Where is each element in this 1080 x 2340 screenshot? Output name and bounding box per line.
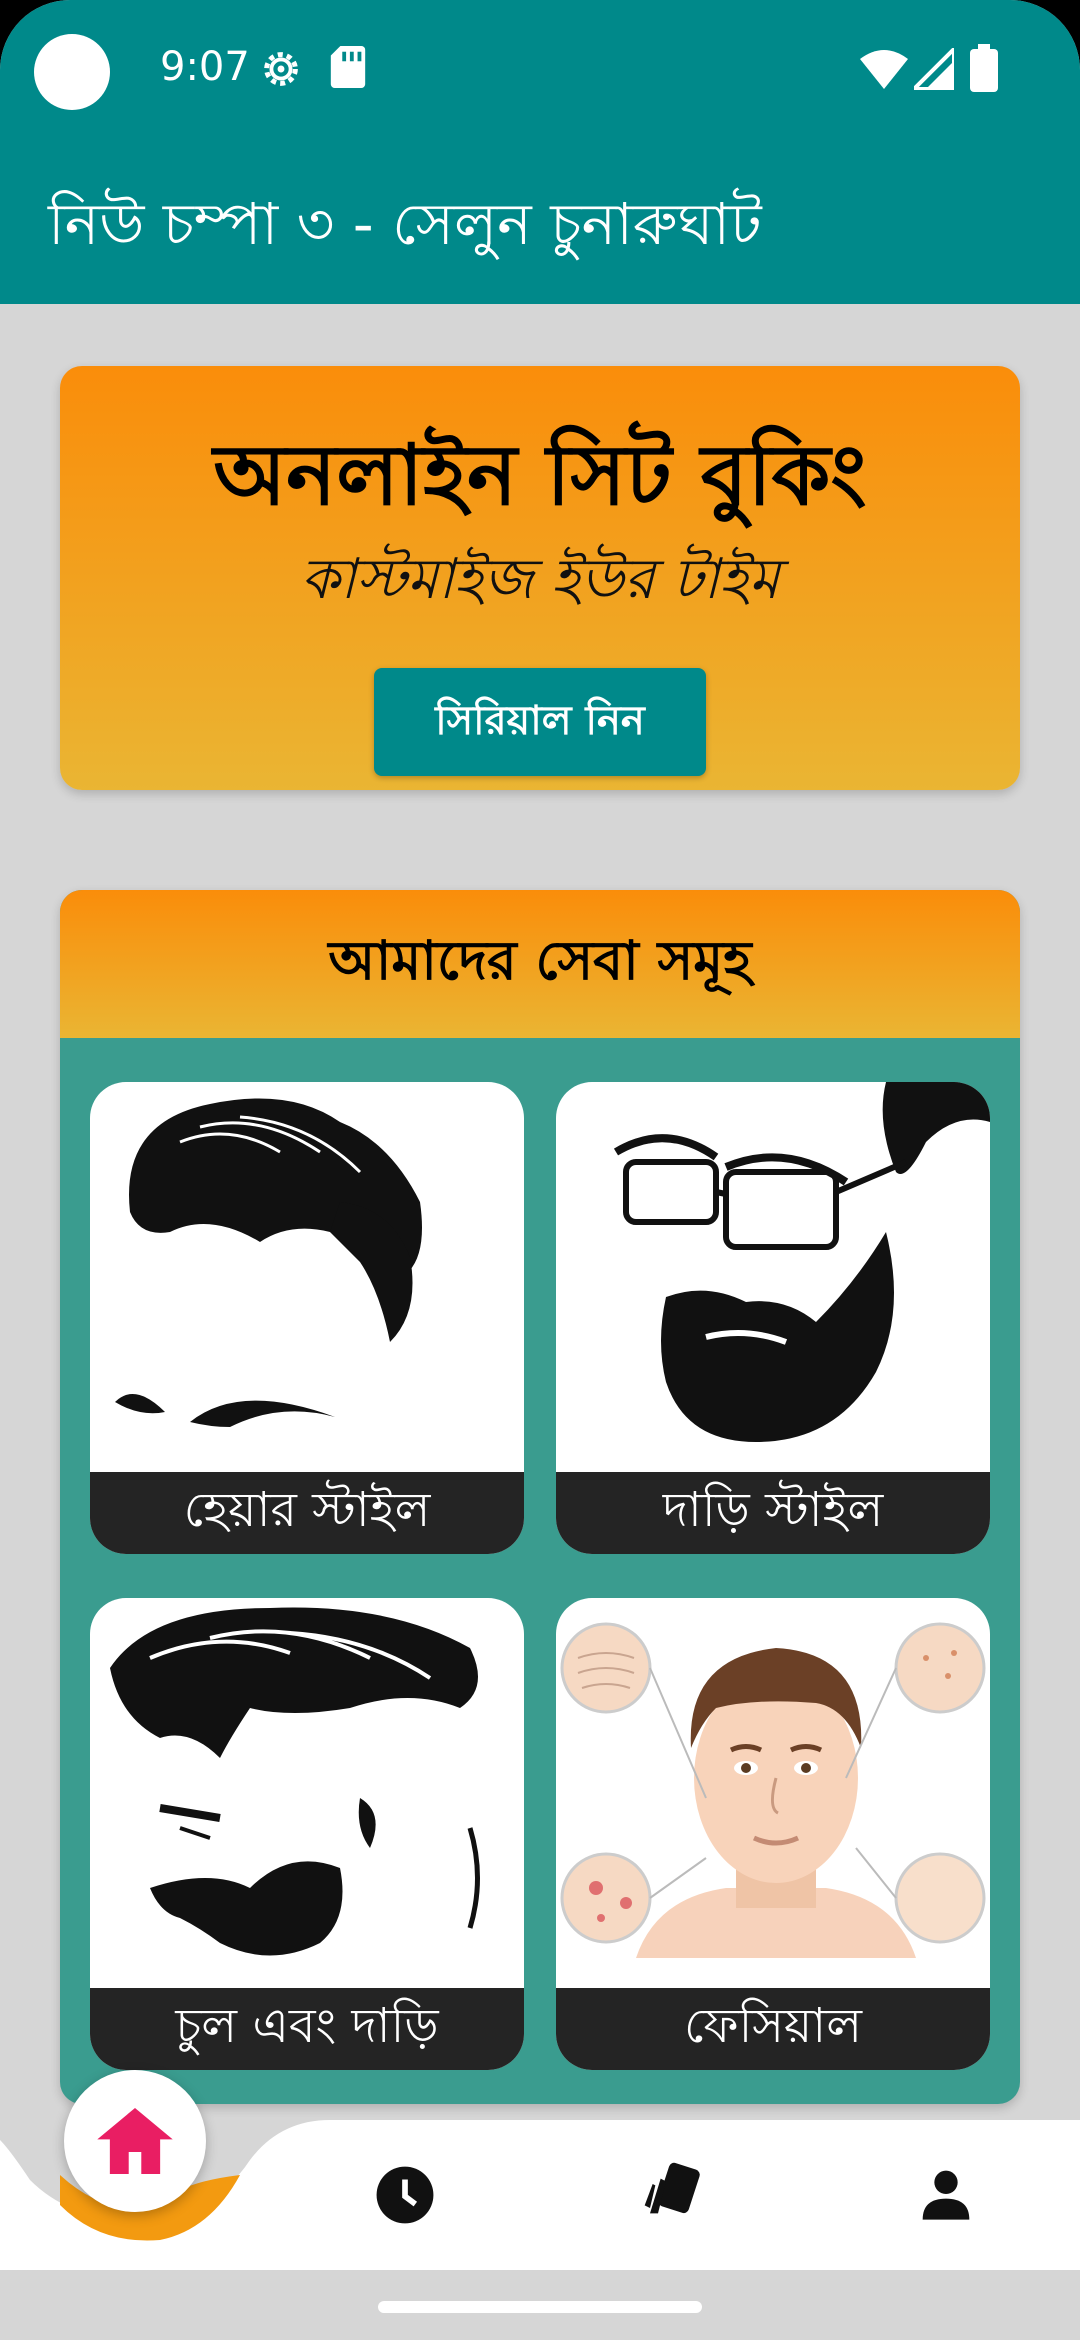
take-serial-button[interactable]: সিরিয়াল নিন [374,668,706,776]
beard-style-image [613,1082,990,1442]
wifi-icon [860,50,908,89]
person-icon[interactable] [918,2166,974,2222]
services-title: আমাদের সেবা সমূহ [60,890,1020,1038]
booking-subtitle: কাস্টমাইজ ইউর টাইম [300,547,780,612]
facial-image [560,1622,986,1958]
cards-icon[interactable] [642,2160,706,2224]
gear-icon [264,52,298,86]
booking-title: অনলাইন সিট বুকিং [213,426,867,524]
service-tile-hairstyle[interactable]: হেয়ার স্টাইল [90,1082,524,1554]
gesture-handle[interactable] [378,2301,702,2313]
home-icon [97,2108,173,2174]
hair-and-beard-image [110,1607,480,1956]
service-label: ফেসিয়াল [556,1988,990,2070]
service-label: হেয়ার স্টাইল [90,1472,524,1554]
app-bar: 9:07 নিউ চম্পা ৩ - সেলুন চুনারুঘাট [0,0,1080,304]
hairstyle-image [115,1098,422,1427]
app-screen: 9:07 নিউ চম্পা ৩ - সেলুন চুনারুঘাট অনলাই… [0,0,1080,2340]
service-label: চুল এবং দাড়ি [90,1988,524,2070]
services-card: আমাদের সেবা সমূহ হেয়ার স্টাইল দাড়ি স্ট… [60,890,1020,2104]
service-label: দাড়ি স্টাইল [556,1472,990,1554]
booking-card: অনলাইন সিট বুকিং কাস্টমাইজ ইউর টাইম সিরি… [60,366,1020,790]
service-tile-beard-style[interactable]: দাড়ি স্টাইল [556,1082,990,1554]
service-tile-hair-and-beard[interactable]: চুল এবং দাড়ি [90,1598,524,2070]
status-time: 9:07 [160,44,250,90]
nav-home-button[interactable] [64,2070,206,2212]
app-title: নিউ চম্পা ৩ - সেলুন চুনারুঘাট [48,190,762,258]
signal-icon [914,48,954,90]
sd-card-icon [330,46,366,88]
clock-icon[interactable] [374,2164,436,2226]
service-tile-facial[interactable]: ফেসিয়াল [556,1598,990,2070]
battery-icon [970,44,998,92]
camera-cutout [34,34,110,110]
